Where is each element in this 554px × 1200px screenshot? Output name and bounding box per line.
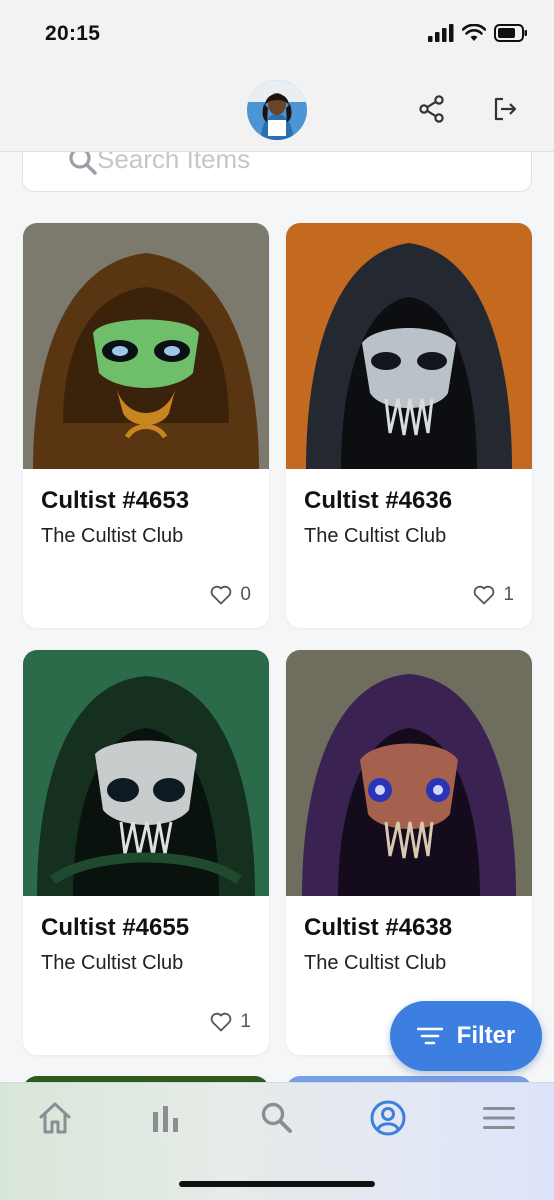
nft-artwork <box>286 650 532 896</box>
search-icon <box>69 147 97 175</box>
profile-icon <box>370 1100 406 1136</box>
filter-button[interactable]: Filter <box>390 1001 542 1071</box>
nft-artwork <box>23 223 269 469</box>
item-title: Cultist #4653 <box>41 487 190 514</box>
nav-stats[interactable] <box>141 1093 191 1143</box>
menu-icon <box>483 1107 515 1129</box>
item-title: Cultist #4655 <box>41 914 190 941</box>
search-input[interactable] <box>97 143 497 175</box>
signal-icon <box>428 24 454 42</box>
item-title: Cultist #4638 <box>304 914 453 941</box>
like-button[interactable]: 0 <box>210 584 251 606</box>
share-button-top[interactable] <box>417 94 447 129</box>
share-icon <box>419 95 444 123</box>
status-bar: 20:15 <box>0 0 554 68</box>
nft-card[interactable]: Cultist #4636 The Cultist Club 1 <box>286 223 532 628</box>
like-button[interactable]: 1 <box>473 584 514 606</box>
nav-menu[interactable] <box>474 1093 524 1143</box>
stats-icon <box>153 1106 178 1132</box>
like-count: 1 <box>240 1011 251 1032</box>
nft-card[interactable]: Cultist #4638 The Cultist Club <box>286 650 532 1055</box>
status-icons <box>428 24 528 42</box>
nft-card[interactable]: Cultist #4653 The Cultist Club 0 <box>23 223 269 628</box>
item-collection: The Cultist Club <box>304 952 447 974</box>
filter-icon <box>416 1027 443 1045</box>
nft-card[interactable]: Cultist #4655 The Cultist Club 1 <box>23 650 269 1055</box>
home-icon <box>39 1102 71 1134</box>
like-count: 0 <box>240 584 251 605</box>
item-collection: The Cultist Club <box>41 952 184 974</box>
status-time: 20:15 <box>45 22 101 45</box>
battery-icon <box>494 24 527 42</box>
wifi-icon <box>462 24 486 41</box>
heart-icon <box>474 585 495 605</box>
home-indicator <box>179 1181 375 1187</box>
logout-button-top[interactable] <box>490 94 520 129</box>
nft-artwork <box>23 650 269 896</box>
item-title: Cultist #4636 <box>304 487 453 514</box>
nav-search[interactable] <box>252 1093 302 1143</box>
heart-icon <box>211 1012 232 1032</box>
filter-label: Filter <box>456 1022 516 1049</box>
avatar-photo <box>247 80 307 140</box>
search-icon <box>261 1102 292 1133</box>
like-button[interactable]: 1 <box>210 1011 251 1033</box>
nav-home[interactable] <box>30 1093 80 1143</box>
item-collection: The Cultist Club <box>304 525 447 547</box>
like-count: 1 <box>503 584 514 605</box>
nft-artwork <box>286 223 532 469</box>
nav-profile[interactable] <box>363 1093 413 1143</box>
avatar-top[interactable] <box>247 80 307 140</box>
logout-icon <box>494 97 517 121</box>
item-collection: The Cultist Club <box>41 525 184 547</box>
heart-icon <box>211 585 232 605</box>
